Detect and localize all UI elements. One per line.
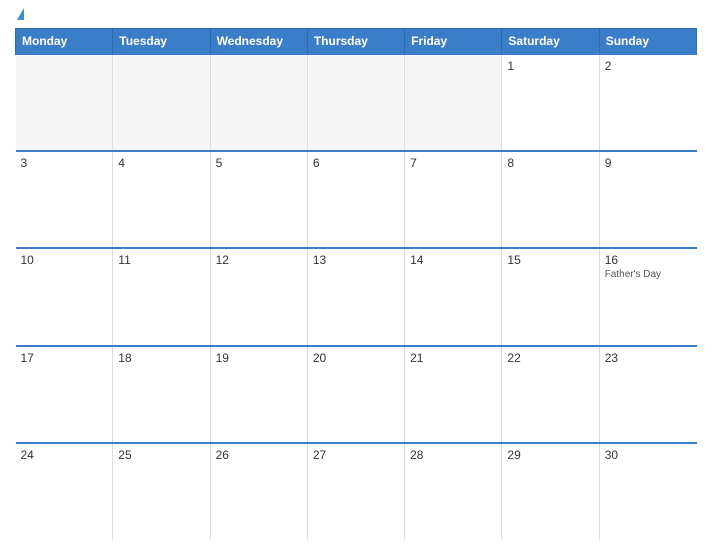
day-number: 27: [313, 448, 399, 462]
day-number: 23: [605, 351, 692, 365]
day-cell: [307, 54, 404, 151]
day-cell: 26: [210, 443, 307, 540]
day-cell: 6: [307, 151, 404, 248]
day-cell: 15: [502, 248, 599, 345]
day-number: 2: [605, 59, 692, 73]
day-number: 26: [216, 448, 302, 462]
day-cell: 8: [502, 151, 599, 248]
day-number: 29: [507, 448, 593, 462]
day-number: 9: [605, 156, 692, 170]
day-cell: 12: [210, 248, 307, 345]
day-number: 13: [313, 253, 399, 267]
logo: [15, 10, 24, 20]
day-number: 5: [216, 156, 302, 170]
day-number: 11: [118, 253, 204, 267]
col-header-saturday: Saturday: [502, 29, 599, 55]
col-header-monday: Monday: [16, 29, 113, 55]
day-cell: 25: [113, 443, 210, 540]
day-cell: 19: [210, 346, 307, 443]
day-cell: 20: [307, 346, 404, 443]
day-number: 30: [605, 448, 692, 462]
day-number: 18: [118, 351, 204, 365]
day-cell: 10: [16, 248, 113, 345]
day-number: 19: [216, 351, 302, 365]
day-number: 10: [21, 253, 108, 267]
week-row-3: 10 11 12 13 14 15 16 Father's Day: [16, 248, 697, 345]
day-number: 15: [507, 253, 593, 267]
day-cell: 1: [502, 54, 599, 151]
day-cell: 18: [113, 346, 210, 443]
day-cell: 13: [307, 248, 404, 345]
day-number: 24: [21, 448, 108, 462]
col-header-friday: Friday: [405, 29, 502, 55]
day-cell: 29: [502, 443, 599, 540]
day-number: 22: [507, 351, 593, 365]
day-number: 14: [410, 253, 496, 267]
day-number: 17: [21, 351, 108, 365]
day-number: 20: [313, 351, 399, 365]
day-cell: [16, 54, 113, 151]
logo-blue-row: [15, 10, 24, 20]
day-cell: [405, 54, 502, 151]
day-cell: 22: [502, 346, 599, 443]
col-header-wednesday: Wednesday: [210, 29, 307, 55]
day-cell: [113, 54, 210, 151]
day-cell: 27: [307, 443, 404, 540]
calendar-table: MondayTuesdayWednesdayThursdayFridaySatu…: [15, 28, 697, 540]
day-event: Father's Day: [605, 269, 692, 280]
day-cell: 7: [405, 151, 502, 248]
day-number: 16: [605, 253, 692, 267]
header: [15, 10, 697, 20]
day-number: 28: [410, 448, 496, 462]
day-cell: 9: [599, 151, 696, 248]
day-cell: 3: [16, 151, 113, 248]
day-cell: [210, 54, 307, 151]
day-number: 7: [410, 156, 496, 170]
day-cell: 5: [210, 151, 307, 248]
day-cell: 30: [599, 443, 696, 540]
week-row-5: 24 25 26 27 28 29 30: [16, 443, 697, 540]
day-cell: 17: [16, 346, 113, 443]
logo-triangle-icon: [17, 8, 24, 20]
col-header-sunday: Sunday: [599, 29, 696, 55]
col-header-thursday: Thursday: [307, 29, 404, 55]
week-row-1: 12: [16, 54, 697, 151]
day-cell: 2: [599, 54, 696, 151]
day-number: 1: [507, 59, 593, 73]
day-cell: 21: [405, 346, 502, 443]
week-row-2: 3456789: [16, 151, 697, 248]
day-cell: 28: [405, 443, 502, 540]
day-number: 8: [507, 156, 593, 170]
day-number: 21: [410, 351, 496, 365]
day-number: 3: [21, 156, 108, 170]
page: MondayTuesdayWednesdayThursdayFridaySatu…: [0, 0, 712, 550]
day-number: 25: [118, 448, 204, 462]
day-cell: 23: [599, 346, 696, 443]
day-cell: 11: [113, 248, 210, 345]
day-number: 12: [216, 253, 302, 267]
day-number: 4: [118, 156, 204, 170]
day-number: 6: [313, 156, 399, 170]
day-cell: 4: [113, 151, 210, 248]
week-row-4: 17 18 19 20 21 22 23: [16, 346, 697, 443]
day-cell: 14: [405, 248, 502, 345]
day-cell: 24: [16, 443, 113, 540]
col-header-tuesday: Tuesday: [113, 29, 210, 55]
header-row: MondayTuesdayWednesdayThursdayFridaySatu…: [16, 29, 697, 55]
day-cell: 16 Father's Day: [599, 248, 696, 345]
